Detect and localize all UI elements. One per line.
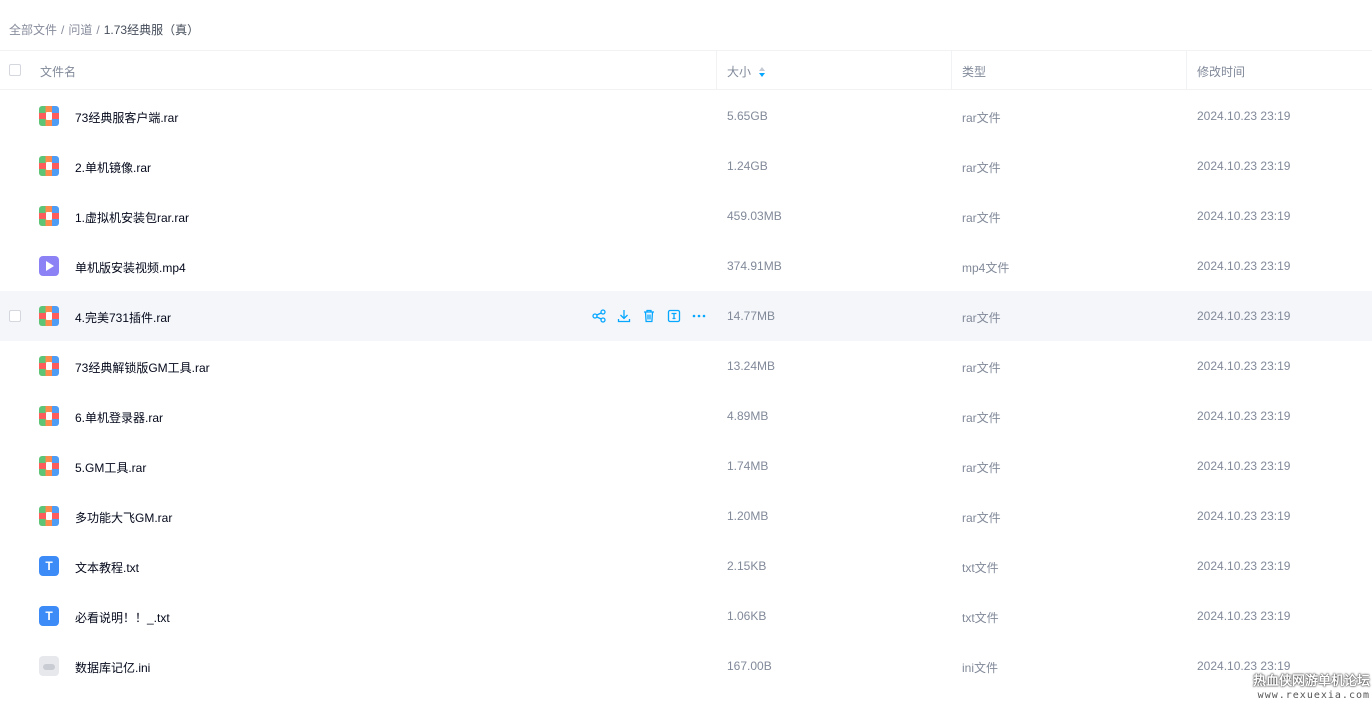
- column-header-size-label: 大小: [727, 65, 752, 79]
- delete-icon[interactable]: [641, 308, 657, 324]
- file-size: 1.24GB: [727, 159, 768, 173]
- file-row[interactable]: 2.单机镜像.rar 1.24GB rar文件 2024.10.23 23:19: [0, 141, 1372, 191]
- file-name[interactable]: 73经典服客户端.rar: [75, 109, 178, 126]
- file-name[interactable]: 文本教程.txt: [75, 559, 139, 576]
- file-modified-time: 2024.10.23 23:19: [1197, 409, 1291, 423]
- file-size: 5.65GB: [727, 109, 768, 123]
- select-all-checkbox[interactable]: [9, 64, 21, 76]
- watermark-url: www.rexuexia.com: [1257, 690, 1370, 701]
- file-row[interactable]: 1.虚拟机安装包rar.rar 459.03MB rar文件 2024.10.23 2…: [0, 191, 1372, 241]
- file-name[interactable]: 单机版安装视频.mp4: [75, 259, 186, 276]
- file-row[interactable]: T 文本教程.txt 2.15KB txt文件 2024.10.23 23:19: [0, 541, 1372, 591]
- file-size: 1.74MB: [727, 459, 769, 473]
- more-icon[interactable]: [691, 308, 707, 324]
- file-type: mp4文件: [962, 261, 1010, 275]
- file-size: 167.00B: [727, 659, 772, 673]
- file-row[interactable]: 73经典解锁版GM工具.rar 13.24MB rar文件 2024.10.23 23…: [0, 341, 1372, 391]
- row-checkbox[interactable]: [9, 310, 21, 322]
- file-name[interactable]: 6.单机登录器.rar: [75, 409, 163, 426]
- video-file-icon: [39, 256, 59, 276]
- file-size: 2.15KB: [727, 559, 767, 573]
- file-modified-time: 2024.10.23 23:19: [1197, 559, 1291, 573]
- file-size: 459.03MB: [727, 209, 782, 223]
- rar-archive-icon: [39, 206, 59, 226]
- file-modified-time: 2024.10.23 23:19: [1197, 359, 1291, 373]
- file-size: 1.06KB: [727, 609, 767, 623]
- rar-archive-icon: [39, 456, 59, 476]
- breadcrumb-parent[interactable]: 问道: [68, 23, 92, 37]
- file-modified-time: 2024.10.23 23:19: [1197, 109, 1291, 123]
- file-modified-time: 2024.10.23 23:19: [1197, 159, 1291, 173]
- file-name[interactable]: 多功能大飞GM.rar: [75, 509, 172, 526]
- download-icon[interactable]: [616, 308, 632, 324]
- file-size: 4.89MB: [727, 409, 769, 423]
- watermark-title: 热血侠网游单机论坛: [1252, 673, 1370, 688]
- column-header-type[interactable]: 类型: [962, 63, 986, 80]
- file-row[interactable]: 数据库记亿.ini 167.00B ini文件 2024.10.23 23:19: [0, 641, 1372, 691]
- file-size: 13.24MB: [727, 359, 776, 373]
- column-header-modified[interactable]: 修改时间: [1197, 63, 1245, 80]
- column-divider[interactable]: [716, 51, 717, 90]
- file-row[interactable]: 4.完美731插件.rar 14.77MB rar文件 2024.10.23 23:1…: [0, 291, 1372, 341]
- share-icon[interactable]: [591, 308, 607, 324]
- file-name[interactable]: 必看说明！！_.txt: [75, 609, 170, 626]
- column-divider[interactable]: [951, 51, 952, 90]
- breadcrumb-root[interactable]: 全部文件: [9, 23, 57, 37]
- file-row[interactable]: 单机版安装视频.mp4 374.91MB mp4文件 2024.10.23 23:19: [0, 241, 1372, 291]
- file-modified-time: 2024.10.23 23:19: [1197, 209, 1291, 223]
- file-type: rar文件: [962, 511, 1001, 525]
- file-modified-time: 2024.10.23 23:19: [1197, 259, 1291, 273]
- text-file-icon: T: [39, 556, 59, 576]
- file-row[interactable]: 多功能大飞GM.rar 1.20MB rar文件 2024.10.23 23:19: [0, 491, 1372, 541]
- column-header-size[interactable]: 大小: [727, 63, 766, 80]
- rar-archive-icon: [39, 356, 59, 376]
- watermark: 热血侠网游单机论坛 www.rexuexia.com: [1250, 670, 1370, 701]
- config-file-icon: [39, 656, 59, 676]
- file-type: rar文件: [962, 211, 1001, 225]
- sort-descending-icon[interactable]: [759, 66, 766, 77]
- info-icon[interactable]: [666, 308, 682, 324]
- rar-archive-icon: [39, 306, 59, 326]
- file-type: txt文件: [962, 611, 999, 625]
- file-name[interactable]: 4.完美731插件.rar: [75, 309, 171, 326]
- breadcrumb: 全部文件 / 问道/1.73经典服（真）: [9, 21, 199, 38]
- file-type: ini文件: [962, 661, 999, 675]
- file-name[interactable]: 数据库记亿.ini: [75, 659, 150, 676]
- file-type: rar文件: [962, 411, 1001, 425]
- file-list-header: 文件名 大小 类型 修改时间: [0, 50, 1372, 90]
- file-list: 73经典服客户端.rar 5.65GB rar文件 2024.10.23 23:19 2…: [0, 91, 1372, 691]
- file-size: 374.91MB: [727, 259, 782, 273]
- file-type: rar文件: [962, 461, 1001, 475]
- file-name[interactable]: 73经典解锁版GM工具.rar: [75, 359, 210, 376]
- file-name[interactable]: 5.GM工具.rar: [75, 459, 146, 476]
- file-name[interactable]: 2.单机镜像.rar: [75, 159, 151, 176]
- rar-archive-icon: [39, 106, 59, 126]
- file-modified-time: 2024.10.23 23:19: [1197, 459, 1291, 473]
- column-divider[interactable]: [1186, 51, 1187, 90]
- rar-archive-icon: [39, 156, 59, 176]
- rar-archive-icon: [39, 506, 59, 526]
- file-type: rar文件: [962, 161, 1001, 175]
- file-size: 1.20MB: [727, 509, 769, 523]
- file-type: rar文件: [962, 361, 1001, 375]
- file-modified-time: 2024.10.23 23:19: [1197, 509, 1291, 523]
- file-type: rar文件: [962, 311, 1001, 325]
- column-header-name[interactable]: 文件名: [40, 63, 76, 80]
- file-size: 14.77MB: [727, 309, 776, 323]
- breadcrumb-separator: /: [61, 23, 65, 37]
- file-modified-time: 2024.10.23 23:19: [1197, 309, 1291, 323]
- file-name[interactable]: 1.虚拟机安装包rar.rar: [75, 209, 189, 226]
- file-type: rar文件: [962, 111, 1001, 125]
- text-file-icon: T: [39, 606, 59, 626]
- file-row[interactable]: 5.GM工具.rar 1.74MB rar文件 2024.10.23 23:19: [0, 441, 1372, 491]
- rar-archive-icon: [39, 406, 59, 426]
- file-row[interactable]: 6.单机登录器.rar 4.89MB rar文件 2024.10.23 23:19: [0, 391, 1372, 441]
- file-row[interactable]: 73经典服客户端.rar 5.65GB rar文件 2024.10.23 23:19: [0, 91, 1372, 141]
- breadcrumb-current: 1.73经典服（真）: [103, 23, 200, 37]
- breadcrumb-separator: /: [96, 23, 100, 37]
- file-type: txt文件: [962, 561, 999, 575]
- file-modified-time: 2024.10.23 23:19: [1197, 609, 1291, 623]
- file-row[interactable]: T 必看说明！！_.txt 1.06KB txt文件 2024.10.23 23:19: [0, 591, 1372, 641]
